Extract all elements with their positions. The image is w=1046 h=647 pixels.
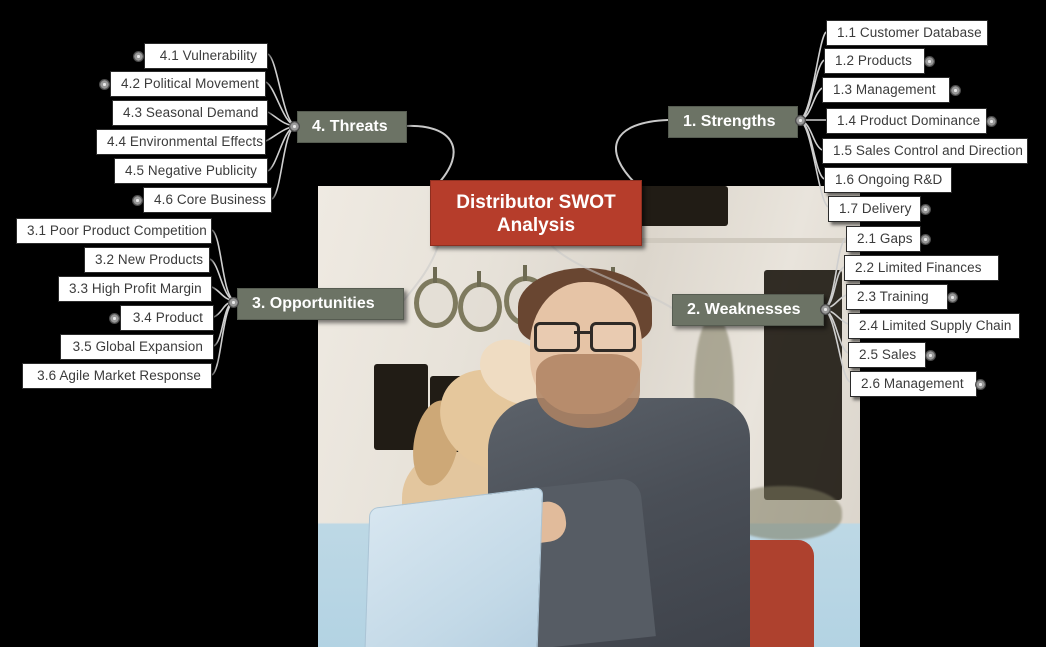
leaf-2-3-label: 2.3 Training <box>857 289 929 304</box>
leaf-1-6-label: 1.6 Ongoing R&D <box>835 172 943 187</box>
leaf-1-2-label: 1.2 Products <box>835 53 912 68</box>
leaf-1-4[interactable]: 1.4 Product Dominance <box>826 108 987 134</box>
leaf-4-4-label: 4.4 Environmental Effects <box>107 134 264 149</box>
branch-threats-collapse-dot[interactable] <box>289 121 300 132</box>
leaf-4-5[interactable]: 4.5 Negative Publicity <box>114 158 268 184</box>
branch-weaknesses[interactable]: 2. Weaknesses <box>672 294 824 326</box>
leaf-1-3-expand-dot[interactable] <box>950 85 961 96</box>
leaf-1-1[interactable]: 1.1 Customer Database <box>826 20 988 46</box>
leaf-4-3[interactable]: 4.3 Seasonal Demand <box>112 100 268 126</box>
leaf-4-1-label: 4.1 Vulnerability <box>159 48 257 63</box>
leaf-3-6-label: 3.6 Agile Market Response <box>37 368 201 383</box>
leaf-2-3-expand-dot[interactable] <box>947 292 958 303</box>
leaf-3-1[interactable]: 3.1 Poor Product Competition <box>16 218 212 244</box>
leaf-3-3[interactable]: 3.3 High Profit Margin <box>58 276 212 302</box>
leaf-2-5[interactable]: 2.5 Sales <box>848 342 926 368</box>
leaf-3-4-label: 3.4 Product <box>132 310 203 325</box>
leaf-1-4-label: 1.4 Product Dominance <box>837 113 981 128</box>
branch-opportunities-label: 3. Opportunities <box>252 295 375 312</box>
leaf-4-6-label: 4.6 Core Business <box>154 192 267 207</box>
leaf-2-6-label: 2.6 Management <box>861 376 964 391</box>
leaf-3-5-label: 3.5 Global Expansion <box>72 339 203 354</box>
center-photo <box>318 186 860 647</box>
leaf-1-7-label: 1.7 Delivery <box>839 201 912 216</box>
leaf-2-2[interactable]: 2.2 Limited Finances <box>844 255 999 281</box>
leaf-1-3-label: 1.3 Management <box>833 82 936 97</box>
leaf-1-4-expand-dot[interactable] <box>986 116 997 127</box>
leaf-3-4[interactable]: 3.4 Product <box>120 305 214 331</box>
leaf-2-2-label: 2.2 Limited Finances <box>855 260 982 275</box>
leaf-2-5-label: 2.5 Sales <box>859 347 917 362</box>
leaf-1-5[interactable]: 1.5 Sales Control and Direction <box>822 138 1028 164</box>
branch-weaknesses-collapse-dot[interactable] <box>820 304 831 315</box>
leaf-4-1-expand-dot[interactable] <box>133 51 144 62</box>
leaf-2-1-expand-dot[interactable] <box>920 234 931 245</box>
branch-threats[interactable]: 4. Threats <box>297 111 407 143</box>
leaf-2-4-label: 2.4 Limited Supply Chain <box>859 318 1012 333</box>
leaf-4-2[interactable]: 4.2 Political Movement <box>110 71 266 97</box>
leaf-2-4[interactable]: 2.4 Limited Supply Chain <box>848 313 1020 339</box>
leaf-4-2-label: 4.2 Political Movement <box>121 76 260 91</box>
leaf-1-2[interactable]: 1.2 Products <box>824 48 925 74</box>
leaf-4-6[interactable]: 4.6 Core Business <box>143 187 272 213</box>
leaf-2-1[interactable]: 2.1 Gaps <box>846 226 921 252</box>
leaf-1-3[interactable]: 1.3 Management <box>822 77 950 103</box>
leaf-2-6[interactable]: 2.6 Management <box>850 371 977 397</box>
branch-weaknesses-label: 2. Weaknesses <box>687 301 801 318</box>
leaf-3-5[interactable]: 3.5 Global Expansion <box>60 334 214 360</box>
leaf-4-5-label: 4.5 Negative Publicity <box>125 163 258 178</box>
leaf-4-1[interactable]: 4.1 Vulnerability <box>144 43 268 69</box>
leaf-2-6-expand-dot[interactable] <box>975 379 986 390</box>
leaf-1-7-expand-dot[interactable] <box>920 204 931 215</box>
leaf-2-1-label: 2.1 Gaps <box>857 231 913 246</box>
branch-strengths-label: 1. Strengths <box>683 113 776 130</box>
leaf-2-3[interactable]: 2.3 Training <box>846 284 948 310</box>
mindmap-canvas: Distributor SWOT Analysis 1. Strengths 1… <box>0 0 1046 647</box>
leaf-4-3-label: 4.3 Seasonal Demand <box>123 105 259 120</box>
leaf-3-1-label: 3.1 Poor Product Competition <box>27 223 207 238</box>
central-topic-line2: Analysis <box>496 215 576 237</box>
branch-strengths[interactable]: 1. Strengths <box>668 106 798 138</box>
central-topic[interactable]: Distributor SWOT Analysis <box>430 180 642 246</box>
branch-threats-label: 4. Threats <box>312 118 388 135</box>
leaf-2-5-expand-dot[interactable] <box>925 350 936 361</box>
branch-opportunities-collapse-dot[interactable] <box>228 297 239 308</box>
branch-opportunities[interactable]: 3. Opportunities <box>237 288 404 320</box>
leaf-4-6-expand-dot[interactable] <box>132 195 143 206</box>
leaf-4-4[interactable]: 4.4 Environmental Effects <box>96 129 266 155</box>
central-topic-line1: Distributor SWOT <box>456 192 616 213</box>
leaf-3-2[interactable]: 3.2 New Products <box>84 247 210 273</box>
leaf-3-6[interactable]: 3.6 Agile Market Response <box>22 363 212 389</box>
leaf-3-2-label: 3.2 New Products <box>95 252 204 267</box>
leaf-3-4-expand-dot[interactable] <box>109 313 120 324</box>
leaf-3-3-label: 3.3 High Profit Margin <box>69 281 202 296</box>
leaf-1-6[interactable]: 1.6 Ongoing R&D <box>824 167 952 193</box>
branch-strengths-collapse-dot[interactable] <box>795 115 806 126</box>
leaf-4-2-expand-dot[interactable] <box>99 79 110 90</box>
leaf-1-1-label: 1.1 Customer Database <box>837 25 982 40</box>
leaf-1-7[interactable]: 1.7 Delivery <box>828 196 921 222</box>
leaf-1-2-expand-dot[interactable] <box>924 56 935 67</box>
leaf-1-5-label: 1.5 Sales Control and Direction <box>833 143 1023 158</box>
